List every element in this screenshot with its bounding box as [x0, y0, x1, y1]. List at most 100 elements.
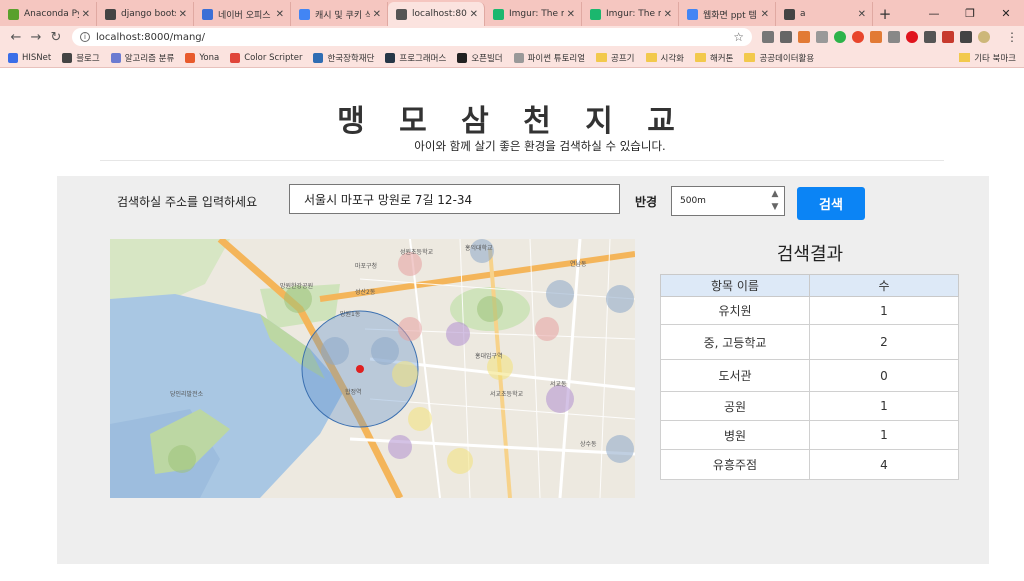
close-tab-icon[interactable]: ✕ — [761, 9, 769, 20]
menu-icon[interactable]: ⋮ — [1006, 30, 1018, 44]
close-tab-icon[interactable]: ✕ — [373, 9, 381, 20]
results-body: 유치원 1 중, 고등학교 2 도서관 0 공원 1 병원 1 유흥주점 4 — [660, 296, 959, 480]
search-panel: 검색하실 주소를 입력하세요 서울시 마포구 망원로 7길 12-34 반경 5… — [57, 176, 989, 564]
bookmark-item[interactable]: 알고리즘 분류 — [110, 52, 174, 64]
browser-tab[interactable]: a ✕ — [776, 2, 873, 26]
map-place-label: 연남동 — [570, 261, 587, 268]
tab-title: Imgur: The ma — [509, 9, 564, 19]
minimize-button[interactable]: — — [916, 0, 952, 26]
radius-value: 500m — [680, 196, 706, 206]
bookmark-item[interactable]: 오픈빌더 — [457, 52, 503, 64]
browser-tab[interactable]: Imgur: The ma✕ — [485, 2, 582, 26]
map-place-label: 서교동 — [550, 381, 567, 388]
radius-input[interactable]: 500m ▲ ▼ — [671, 186, 785, 216]
bookmark-item[interactable]: 파이썬 튜토리얼 — [513, 52, 585, 64]
address-label: 검색하실 주소를 입력하세요 — [117, 195, 258, 209]
browser-tab[interactable]: django bootstr✕ — [97, 2, 194, 26]
avatar[interactable] — [978, 31, 990, 43]
map-canvas — [110, 239, 635, 498]
bookmark-label: 해커톤 — [709, 53, 734, 64]
extension-icon[interactable] — [834, 31, 846, 43]
bookmark-item[interactable]: HISNet — [8, 52, 51, 63]
folder-icon — [596, 53, 608, 62]
other-bookmarks[interactable]: 기타 북마크 — [959, 52, 1016, 64]
bookmark-icon[interactable] — [762, 31, 774, 43]
extension-icon[interactable] — [816, 31, 828, 43]
extension-icon[interactable] — [852, 31, 864, 43]
pdf-icon[interactable] — [942, 31, 954, 43]
map-place-label: 서교초등학교 — [490, 391, 524, 398]
extension-icon[interactable] — [960, 31, 972, 43]
close-tab-icon[interactable]: ✕ — [276, 9, 284, 20]
browser-tab[interactable]: Anaconda Pyth✕ — [0, 2, 97, 26]
close-tab-icon[interactable]: ✕ — [470, 9, 478, 20]
stepper-up-icon[interactable]: ▲ — [772, 189, 779, 200]
browser-tab[interactable]: Imgur: The ma✕ — [582, 2, 679, 26]
browser-tab[interactable]: localhost:8000✕ — [388, 2, 485, 26]
extension-icon[interactable] — [870, 31, 882, 43]
item-count-cell: 1 — [809, 420, 959, 450]
browser-tab[interactable]: 네이버 오피스 - ✕ — [194, 2, 291, 26]
opera-icon[interactable] — [906, 31, 918, 43]
url-input[interactable]: i localhost:8000/mang/ ☆ — [72, 28, 752, 46]
table-row: 도서관 0 — [660, 359, 959, 392]
tab-title: Imgur: The ma — [606, 9, 661, 19]
search-button[interactable]: 검색 — [797, 187, 865, 220]
bookmark-item[interactable]: 해커톤 — [694, 52, 734, 64]
extension-icon[interactable] — [888, 31, 900, 43]
address-input[interactable]: 서울시 마포구 망원로 7길 12-34 — [289, 184, 620, 214]
stepper-down-icon[interactable]: ▼ — [772, 202, 779, 213]
item-name-cell: 공원 — [660, 391, 810, 421]
map-place-label: 홍대입구역 — [475, 353, 503, 360]
item-name-cell: 유흥주점 — [660, 449, 810, 480]
favicon-icon — [105, 8, 116, 20]
bookmark-list: HISNet 블로그 알고리즘 분류 Yona Color Scripter 한국장학재단… — [8, 52, 825, 64]
browser-tab[interactable]: 캐시 및 쿠키 삭 ✕ — [291, 2, 388, 26]
tab-title: localhost:8000 — [412, 9, 467, 19]
radius-stepper[interactable]: ▲ ▼ — [768, 189, 782, 213]
close-tab-icon[interactable]: ✕ — [567, 9, 575, 20]
close-tab-icon[interactable]: ✕ — [664, 9, 672, 20]
map-place-label: 망원1동 — [340, 311, 361, 318]
map-place-label: 당인리발전소 — [170, 391, 204, 398]
favicon-icon — [299, 8, 310, 20]
bookmark-item[interactable]: 블로그 — [62, 52, 100, 64]
extension-icon[interactable] — [798, 31, 810, 43]
tab-title: 네이버 오피스 - — [218, 10, 273, 21]
forward-icon[interactable]: → — [26, 30, 46, 45]
tab-strip: Anaconda Pyth✕django bootstr✕네이버 오피스 -✕캐… — [0, 2, 873, 26]
close-window-button[interactable]: ✕ — [988, 0, 1024, 26]
close-tab-icon[interactable]: ✕ — [179, 9, 187, 20]
item-count-cell: 2 — [809, 324, 959, 360]
bookmark-item[interactable]: Yona — [185, 52, 219, 63]
table-row: 유치원 1 — [660, 296, 959, 325]
star-icon[interactable]: ☆ — [733, 30, 744, 44]
bookmark-item[interactable]: 공프기 — [596, 52, 635, 64]
folder-icon — [744, 53, 756, 62]
map-place-label: 성원초등학교 — [400, 249, 434, 256]
bookmark-item[interactable]: 공공데이터활용 — [744, 52, 814, 64]
bookmark-item[interactable]: 시각화 — [645, 52, 684, 64]
map[interactable]: 성원초등학교 홍익대학교 마포구청 성산2동 망원한강공원 합정역 서교동 상수동 당인리발전소… — [110, 239, 635, 498]
favicon-icon — [493, 8, 504, 20]
table-row: 공원 1 — [660, 391, 959, 421]
folder-icon — [694, 53, 706, 62]
item-name-cell: 도서관 — [660, 359, 810, 392]
close-tab-icon[interactable]: ✕ — [858, 9, 866, 20]
map-place-label: 마포구청 — [355, 263, 378, 270]
bookmark-favicon-icon — [513, 52, 524, 63]
bookmark-item[interactable]: 프로그래머스 — [385, 52, 446, 64]
back-icon[interactable]: ← — [6, 30, 26, 45]
extension-icon[interactable] — [924, 31, 936, 43]
close-tab-icon[interactable]: ✕ — [82, 9, 90, 20]
browser-tab[interactable]: 웹화면 ppt 템 ✕ — [679, 2, 776, 26]
extension-icon[interactable] — [780, 31, 792, 43]
bookmark-label: 프로그래머스 — [399, 53, 447, 64]
info-icon[interactable]: i — [80, 32, 90, 42]
table-row: 유흥주점 4 — [660, 449, 959, 480]
bookmark-item[interactable]: 한국장학재단 — [313, 52, 374, 64]
bookmark-item[interactable]: Color Scripter — [230, 52, 302, 63]
new-tab-button[interactable]: + — [873, 2, 897, 26]
reload-icon[interactable]: ↻ — [46, 30, 66, 45]
restore-button[interactable]: ❐ — [952, 0, 988, 26]
